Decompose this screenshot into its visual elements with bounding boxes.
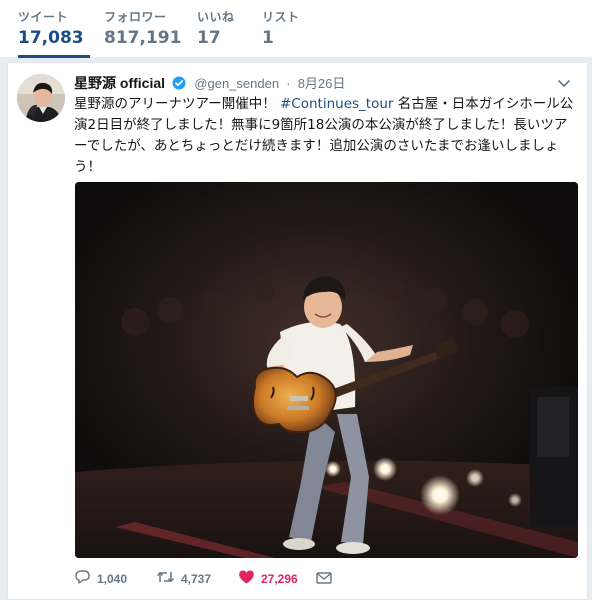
stat-lists-label: リスト bbox=[262, 10, 300, 24]
stat-tweets-value: 17,083 bbox=[18, 28, 84, 48]
stat-lists-value: 1 bbox=[262, 28, 274, 48]
tweet-text: 星野源のアリーナツアー開催中！ #Continues_tour 名古屋・日本ガイ… bbox=[74, 94, 579, 178]
stat-likes-label: いいね bbox=[197, 10, 235, 24]
heart-icon bbox=[238, 569, 255, 589]
tweet-text-before: 星野源のアリーナツアー開催中！ bbox=[74, 96, 276, 112]
author-name[interactable]: 星野源 official bbox=[74, 75, 165, 91]
stat-likes[interactable]: いいね 17 bbox=[197, 0, 243, 58]
profile-stats-bar: ツイート 17,083 フォロワー 817,191 いいね 17 リスト 1 bbox=[0, 0, 592, 58]
retweet-count: 4,737 bbox=[181, 572, 212, 586]
avatar[interactable] bbox=[17, 74, 65, 122]
tweet-card[interactable]: 星野源 official @gen_senden · 8月26日 星野源のアリー… bbox=[7, 62, 588, 600]
stat-tweets[interactable]: ツイート 17,083 bbox=[18, 0, 90, 58]
tweet-header: 星野源 official @gen_senden · 8月26日 bbox=[74, 73, 573, 93]
hashtag-link[interactable]: #Continues_tour bbox=[280, 96, 393, 112]
tweet-actions: 1,040 4,737 27,296 bbox=[74, 568, 474, 590]
direct-message-button[interactable] bbox=[316, 568, 332, 590]
stat-followers-label: フォロワー bbox=[104, 10, 167, 24]
stat-lists[interactable]: リスト 1 bbox=[262, 0, 306, 58]
chevron-down-icon[interactable] bbox=[555, 73, 573, 93]
reply-button[interactable]: 1,040 bbox=[74, 568, 127, 590]
tweet-date[interactable]: 8月26日 bbox=[298, 76, 346, 91]
stat-likes-value: 17 bbox=[197, 28, 221, 48]
like-button[interactable]: 27,296 bbox=[238, 568, 298, 590]
like-count: 27,296 bbox=[261, 572, 298, 586]
tweet-photo[interactable] bbox=[75, 182, 578, 558]
stat-followers-value: 817,191 bbox=[104, 28, 182, 48]
header-separator: · bbox=[286, 76, 291, 91]
author-handle[interactable]: @gen_senden bbox=[194, 76, 279, 91]
stat-followers[interactable]: フォロワー 817,191 bbox=[104, 0, 182, 58]
reply-icon bbox=[74, 569, 91, 589]
stat-tweets-label: ツイート bbox=[18, 10, 69, 24]
retweet-icon bbox=[156, 569, 175, 589]
profile-timeline: ツイート 17,083 フォロワー 817,191 いいね 17 リスト 1 星… bbox=[0, 0, 592, 600]
reply-count: 1,040 bbox=[97, 572, 128, 586]
retweet-button[interactable]: 4,737 bbox=[156, 568, 211, 590]
envelope-icon bbox=[316, 570, 332, 589]
